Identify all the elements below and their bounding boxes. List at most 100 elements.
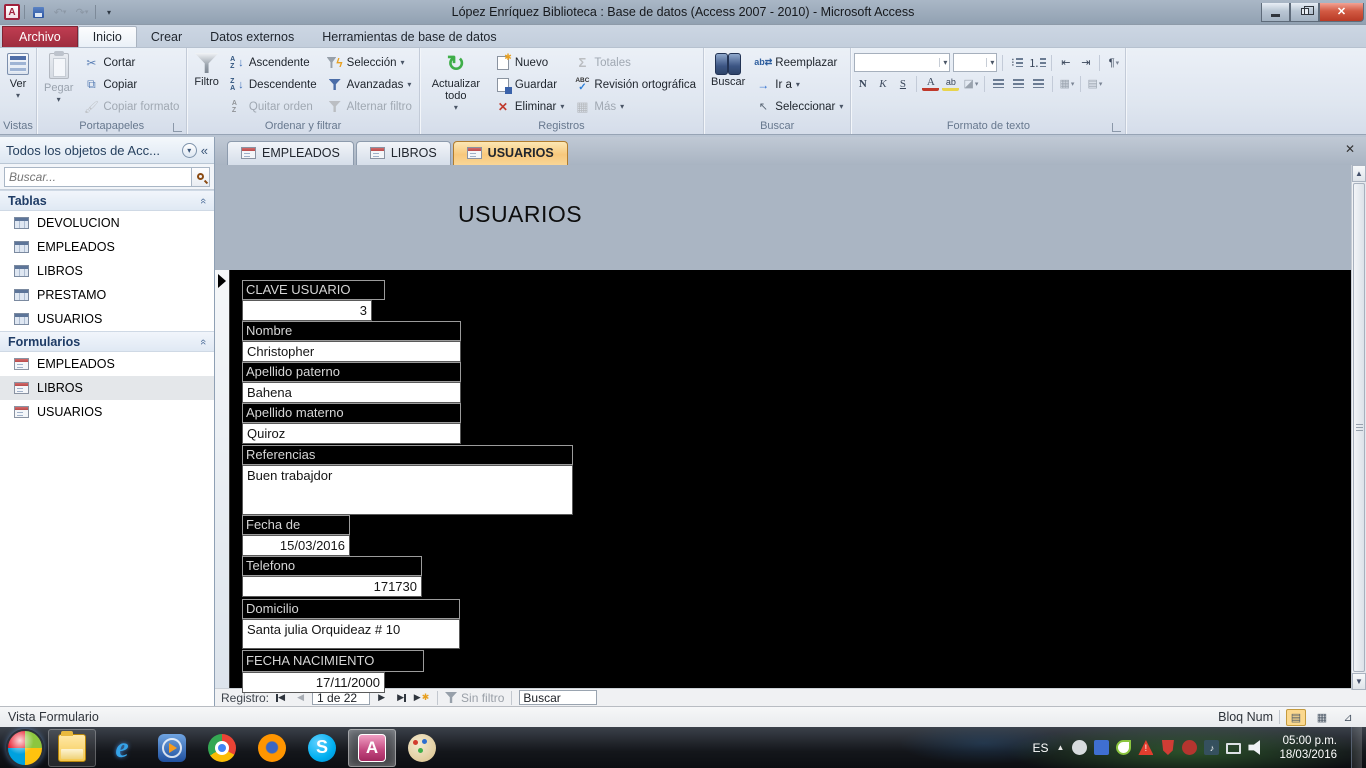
vertical-scrollbar[interactable]: ▲ ▼ [1351,165,1366,690]
taskbar-app-firefox[interactable] [248,729,296,767]
underline-button[interactable]: S [894,75,911,92]
field-value[interactable]: 171730 [242,575,422,597]
nav-pane-menu-icon[interactable]: ▾ [181,142,197,158]
new-record-button[interactable]: ▶ ✱ [413,691,430,705]
taskbar-app-access[interactable]: A [348,728,396,767]
italic-button[interactable]: K [874,75,891,92]
nav-item-tablas-empleados[interactable]: EMPLEADOS [0,235,214,259]
close-tab-icon[interactable]: ✕ [1342,142,1358,156]
bold-button[interactable]: N [854,75,871,92]
field-value[interactable]: Santa julia Orquideaz # 10 [242,618,460,649]
ribbon-tab-archivo[interactable]: Archivo [2,26,78,47]
ver-button[interactable]: Ver ▾ [3,50,33,118]
nav-item-formularios-empleados[interactable]: EMPLEADOS [0,352,214,376]
close-button[interactable]: ✕ [1319,2,1364,22]
nav-item-formularios-usuarios[interactable]: USUARIOS [0,400,214,424]
seleccionar-button[interactable]: ↖ Seleccionar ▾ [751,96,847,117]
redo-button[interactable]: ↷ ▾ [73,4,91,20]
network-icon[interactable] [1226,743,1242,754]
ascendente-button[interactable]: A Z ↓ Ascendente [225,52,321,73]
field-value[interactable]: Buen trabajdor [242,464,573,515]
onenote-clip-icon[interactable] [1116,740,1132,755]
fill-color-button[interactable]: ◪ ▾ [962,75,979,92]
nav-section-header-tablas[interactable]: Tablas « [0,190,214,211]
nav-pane-header[interactable]: Todos los objetos de Acc... ▾ « [0,137,214,164]
audio-manager-icon[interactable] [1182,740,1198,755]
nuevo-button[interactable]: ✱ Nuevo [491,52,569,73]
taskbar-app-skype[interactable]: S [298,729,346,767]
datasheet-view-button[interactable]: ▦ [1312,709,1332,726]
dialog-launcher-icon[interactable] [1112,123,1122,132]
alternar-filtro-button[interactable]: Alternar filtro [323,96,416,117]
highlight-button[interactable]: ab [942,77,960,91]
ribbon-tab-inicio[interactable]: Inicio [77,26,137,47]
nav-item-tablas-libros[interactable]: LIBROS [0,259,214,283]
field-value[interactable]: Bahena [242,381,461,403]
design-view-button[interactable]: ⊿ [1338,709,1358,726]
search-icon[interactable] [192,166,210,187]
actualizar-todo-button[interactable]: ↻ Actualizar todo ▾ [423,50,489,118]
first-record-button[interactable]: ◀ [272,691,289,705]
numbered-list-icon[interactable]: ⒈ [1028,54,1047,71]
scroll-down-icon[interactable]: ▼ [1352,673,1366,690]
revision-ortografica-button[interactable]: ABC ✓ Revisión ortográfica [570,74,700,95]
filtro-button[interactable]: Filtro [190,50,222,118]
alternate-row-color-button[interactable]: ▤ ▾ [1086,75,1103,92]
taskbar-app-chrome[interactable] [198,729,246,767]
filter-status[interactable]: Sin filtro [445,691,504,705]
seleccion-button[interactable]: ϟ Selección ▾ [323,52,416,73]
clock[interactable]: 05:00 p.m. 18/03/2016 [1273,734,1343,762]
nav-item-tablas-prestamo[interactable]: PRESTAMO [0,283,214,307]
align-center-button[interactable] [1010,75,1027,92]
customize-quick-access-button[interactable]: ▾ [100,4,118,20]
language-indicator[interactable]: ES [1033,741,1049,755]
field-value[interactable]: 17/11/2000 [242,671,385,693]
font-color-button[interactable]: A [922,76,940,91]
ir-a-button[interactable]: → Ir a ▾ [751,74,847,95]
alert-warning-icon[interactable]: ! [1138,740,1154,755]
ribbon-tab-crear[interactable]: Crear [137,27,196,47]
nav-section-header-formularios[interactable]: Formularios « [0,331,214,352]
music-app-icon[interactable]: ♪ [1204,740,1220,755]
security-shield-icon[interactable] [1161,740,1174,755]
copiar-formato-button[interactable]: 🖌︎ Copiar formato [79,96,183,117]
totales-button[interactable]: Σ Totales [570,52,700,73]
dialog-launcher-icon[interactable] [173,123,183,132]
show-desktop-button[interactable] [1351,727,1362,768]
font-size-combo[interactable]: ▾ [953,53,998,72]
scroll-up-icon[interactable]: ▲ [1352,165,1366,182]
mas-button[interactable]: ▦ Más ▾ [570,96,700,117]
restore-button[interactable] [1290,2,1319,22]
collapse-section-icon[interactable]: « [197,197,209,203]
copiar-button[interactable]: ⧉ Copiar [79,74,183,95]
field-value[interactable]: 15/03/2016 [242,534,350,556]
doc-tab-libros[interactable]: LIBROS [355,140,451,165]
form-view-button[interactable]: ▤ [1286,708,1306,726]
field-value[interactable]: Christopher [242,340,461,362]
taskbar-app-paint[interactable] [398,729,446,767]
device-tray-icon[interactable] [1094,740,1110,755]
collapse-section-icon[interactable]: « [197,338,209,344]
pegar-button[interactable]: Pegar ▾ [40,50,77,118]
reemplazar-button[interactable]: ab⇄ Reemplazar [751,52,847,73]
hidden-icons-icon[interactable]: ▲ [1057,743,1065,752]
nav-search-input[interactable] [4,166,192,187]
cortar-button[interactable]: ✂ Cortar [79,52,183,73]
align-left-button[interactable] [990,75,1007,92]
doc-tab-usuarios[interactable]: USUARIOS [452,140,568,165]
record-selector-bar[interactable] [215,269,230,689]
font-family-combo[interactable]: ▾ [854,53,951,72]
ribbon-tab-herramientas-de-base-de-datos[interactable]: Herramientas de base de datos [308,27,510,47]
quitar-orden-button[interactable]: A Z Quitar orden [225,96,321,117]
start-button[interactable] [6,728,44,767]
next-record-button[interactable]: ▶ [373,691,390,705]
gridlines-button[interactable]: ▦ ▾ [1058,75,1075,92]
nav-item-tablas-devolucion[interactable]: DEVOLUCION [0,211,214,235]
minimize-button[interactable] [1261,2,1290,22]
scrollbar-thumb[interactable] [1353,183,1365,672]
bullet-list-icon[interactable]: ⁝ [1008,54,1025,71]
align-right-button[interactable] [1030,75,1047,92]
descendente-button[interactable]: Z A ↓ Descendente [225,74,321,95]
last-record-button[interactable]: ▶ [393,691,410,705]
undo-button[interactable]: ↶ ▾ [51,4,69,20]
